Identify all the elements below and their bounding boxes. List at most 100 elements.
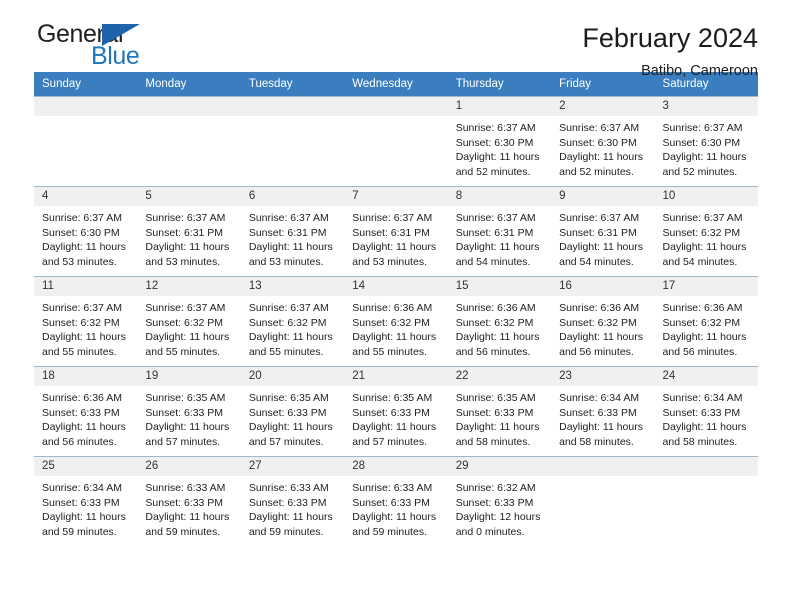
daylight-text-line2: and 54 minutes. xyxy=(559,255,634,268)
calendar-day[interactable]: 16 Sunrise: 6:36 AM Sunset: 6:32 PM Dayligh… xyxy=(551,277,655,366)
day-details: Sunrise: 6:37 AM Sunset: 6:32 PM Daylight:… xyxy=(34,296,137,359)
daylight-text-line2: and 53 minutes. xyxy=(145,255,221,268)
sunrise-text: Sunrise: 6:37 AM xyxy=(455,212,536,224)
title-block: February 2024 Batibo, Cameroon xyxy=(582,22,758,78)
calendar-cell: 5 Sunrise: 6:37 AM Sunset: 6:31 PM Daylight… xyxy=(137,186,241,277)
calendar-day[interactable]: 22 Sunrise: 6:35 AM Sunset: 6:33 PM Dayligh… xyxy=(447,367,552,456)
sunset-text: Sunset: 6:31 PM xyxy=(145,226,224,239)
day-number xyxy=(551,457,655,476)
calendar-cell xyxy=(551,456,655,546)
calendar-day-empty xyxy=(137,97,241,186)
calendar-day[interactable]: 18 Sunrise: 6:36 AM Sunset: 6:33 PM Dayligh… xyxy=(34,367,138,456)
calendar-cell: 21 Sunrise: 6:35 AM Sunset: 6:33 PM Dayligh… xyxy=(344,366,448,457)
daylight-text-line1: Daylight: 11 hours xyxy=(455,421,540,434)
day-number: 21 xyxy=(344,367,448,386)
page-title: February 2024 xyxy=(582,23,758,53)
daylight-text-line2: and 55 minutes. xyxy=(42,345,117,358)
daylight-text-line1: Daylight: 11 hours xyxy=(662,421,747,434)
daylight-text-line2: and 56 minutes. xyxy=(42,435,117,448)
calendar-cell: 7 Sunrise: 6:37 AM Sunset: 6:31 PM Daylight… xyxy=(344,186,448,277)
day-details: Sunrise: 6:37 AM Sunset: 6:32 PM Daylight:… xyxy=(137,296,240,359)
calendar-day-empty xyxy=(551,457,655,546)
day-details: Sunrise: 6:34 AM Sunset: 6:33 PM Daylight:… xyxy=(551,386,654,449)
day-number: 6 xyxy=(240,187,345,206)
sunset-text: Sunset: 6:33 PM xyxy=(42,496,120,509)
day-details: Sunrise: 6:33 AM Sunset: 6:33 PM Daylight:… xyxy=(137,476,240,539)
calendar-week-row: 1 Sunrise: 6:37 AM Sunset: 6:30 PM Daylight… xyxy=(34,96,758,187)
calendar-day[interactable]: 1 Sunrise: 6:37 AM Sunset: 6:30 PM Daylight… xyxy=(447,97,552,186)
daylight-text-line2: and 59 minutes. xyxy=(352,525,427,538)
calendar-day[interactable]: 26 Sunrise: 6:33 AM Sunset: 6:33 PM Dayligh… xyxy=(137,457,241,546)
weekday-header-thursday: Thursday xyxy=(447,72,552,97)
calendar-day[interactable]: 15 Sunrise: 6:36 AM Sunset: 6:32 PM Dayligh… xyxy=(447,277,552,366)
calendar-day[interactable]: 7 Sunrise: 6:37 AM Sunset: 6:31 PM Daylight… xyxy=(344,187,448,276)
day-number: 4 xyxy=(34,187,138,206)
calendar-day[interactable]: 3 Sunrise: 6:37 AM Sunset: 6:30 PM Daylight… xyxy=(654,97,758,186)
daylight-text-line2: and 55 minutes. xyxy=(248,345,324,358)
day-details: Sunrise: 6:34 AM Sunset: 6:33 PM Daylight:… xyxy=(34,476,137,539)
calendar-day[interactable]: 9 Sunrise: 6:37 AM Sunset: 6:31 PM Daylight… xyxy=(551,187,655,276)
daylight-text-line1: Daylight: 11 hours xyxy=(145,241,230,254)
calendar-day[interactable]: 8 Sunrise: 6:37 AM Sunset: 6:31 PM Daylight… xyxy=(447,187,552,276)
calendar-day[interactable]: 2 Sunrise: 6:37 AM Sunset: 6:30 PM Daylight… xyxy=(551,97,655,186)
calendar-day[interactable]: 28 Sunrise: 6:33 AM Sunset: 6:33 PM Dayligh… xyxy=(344,457,448,546)
sunrise-text: Sunrise: 6:35 AM xyxy=(352,392,433,404)
calendar-cell: 27 Sunrise: 6:33 AM Sunset: 6:33 PM Dayligh… xyxy=(240,456,345,546)
day-number: 23 xyxy=(551,367,655,386)
sunset-text: Sunset: 6:32 PM xyxy=(662,316,741,329)
calendar-cell: 23 Sunrise: 6:34 AM Sunset: 6:33 PM Dayligh… xyxy=(551,366,655,457)
daylight-text-line2: and 56 minutes. xyxy=(455,345,531,358)
calendar-cell: 18 Sunrise: 6:36 AM Sunset: 6:33 PM Dayligh… xyxy=(34,366,138,457)
calendar-day[interactable]: 27 Sunrise: 6:33 AM Sunset: 6:33 PM Dayligh… xyxy=(240,457,345,546)
calendar-day[interactable]: 10 Sunrise: 6:37 AM Sunset: 6:32 PM Dayligh… xyxy=(654,187,758,276)
weekday-header-monday: Monday xyxy=(137,72,241,97)
sunrise-text: Sunrise: 6:34 AM xyxy=(559,392,640,404)
day-details: Sunrise: 6:37 AM Sunset: 6:32 PM Daylight:… xyxy=(655,206,758,269)
daylight-text-line2: and 53 minutes. xyxy=(352,255,427,268)
day-number: 26 xyxy=(137,457,241,476)
calendar-day[interactable]: 17 Sunrise: 6:36 AM Sunset: 6:32 PM Dayligh… xyxy=(654,277,758,366)
sunset-text: Sunset: 6:33 PM xyxy=(42,406,120,419)
daylight-text-line1: Daylight: 11 hours xyxy=(455,331,540,344)
calendar-day[interactable]: 5 Sunrise: 6:37 AM Sunset: 6:31 PM Daylight… xyxy=(137,187,241,276)
sunrise-text: Sunrise: 6:33 AM xyxy=(352,482,433,494)
calendar-cell: 29 Sunrise: 6:32 AM Sunset: 6:33 PM Dayligh… xyxy=(447,456,552,546)
daylight-text-line2: and 57 minutes. xyxy=(248,435,324,448)
daylight-text-line1: Daylight: 11 hours xyxy=(559,421,643,434)
sunset-text: Sunset: 6:33 PM xyxy=(559,406,637,419)
calendar-day[interactable]: 21 Sunrise: 6:35 AM Sunset: 6:33 PM Dayligh… xyxy=(344,367,448,456)
day-details: Sunrise: 6:36 AM Sunset: 6:32 PM Daylight:… xyxy=(655,296,758,359)
calendar-day[interactable]: 4 Sunrise: 6:37 AM Sunset: 6:30 PM Daylight… xyxy=(34,187,138,276)
calendar-day-empty xyxy=(344,97,448,186)
sunset-text: Sunset: 6:32 PM xyxy=(455,316,534,329)
daylight-text-line1: Daylight: 11 hours xyxy=(662,331,747,344)
calendar-cell: 2 Sunrise: 6:37 AM Sunset: 6:30 PM Daylight… xyxy=(551,96,655,187)
calendar-day[interactable]: 20 Sunrise: 6:35 AM Sunset: 6:33 PM Dayligh… xyxy=(240,367,345,456)
weekday-header-tuesday: Tuesday xyxy=(240,72,345,97)
sunset-text: Sunset: 6:32 PM xyxy=(352,316,430,329)
calendar-day[interactable]: 24 Sunrise: 6:34 AM Sunset: 6:33 PM Dayligh… xyxy=(654,367,758,456)
daylight-text-line1: Daylight: 11 hours xyxy=(559,331,643,344)
calendar-body: 1 Sunrise: 6:37 AM Sunset: 6:30 PM Daylight… xyxy=(34,96,758,546)
calendar-day[interactable]: 12 Sunrise: 6:37 AM Sunset: 6:32 PM Dayligh… xyxy=(137,277,241,366)
daylight-text-line1: Daylight: 11 hours xyxy=(42,511,126,524)
calendar-day[interactable]: 14 Sunrise: 6:36 AM Sunset: 6:32 PM Dayligh… xyxy=(344,277,448,366)
day-details: Sunrise: 6:35 AM Sunset: 6:33 PM Daylight:… xyxy=(448,386,551,449)
sunset-text: Sunset: 6:33 PM xyxy=(248,406,327,419)
calendar-cell: 20 Sunrise: 6:35 AM Sunset: 6:33 PM Dayligh… xyxy=(240,366,345,457)
daylight-text-line1: Daylight: 11 hours xyxy=(145,511,230,524)
calendar-day[interactable]: 23 Sunrise: 6:34 AM Sunset: 6:33 PM Dayligh… xyxy=(551,367,655,456)
calendar-day[interactable]: 13 Sunrise: 6:37 AM Sunset: 6:32 PM Dayligh… xyxy=(240,277,345,366)
calendar-day[interactable]: 11 Sunrise: 6:37 AM Sunset: 6:32 PM Dayligh… xyxy=(34,277,138,366)
calendar-day[interactable]: 25 Sunrise: 6:34 AM Sunset: 6:33 PM Dayligh… xyxy=(34,457,138,546)
day-number: 3 xyxy=(654,97,758,116)
sunset-text: Sunset: 6:32 PM xyxy=(248,316,327,329)
calendar-day[interactable]: 29 Sunrise: 6:32 AM Sunset: 6:33 PM Dayligh… xyxy=(447,457,552,546)
sunset-text: Sunset: 6:31 PM xyxy=(559,226,637,239)
sunrise-text: Sunrise: 6:36 AM xyxy=(559,302,640,314)
day-number: 16 xyxy=(551,277,655,296)
daylight-text-line2: and 59 minutes. xyxy=(42,525,117,538)
generalblue-logo[interactable]: General Blue xyxy=(34,22,164,70)
calendar-day[interactable]: 19 Sunrise: 6:35 AM Sunset: 6:33 PM Dayligh… xyxy=(137,367,241,456)
calendar-day[interactable]: 6 Sunrise: 6:37 AM Sunset: 6:31 PM Daylight… xyxy=(240,187,345,276)
